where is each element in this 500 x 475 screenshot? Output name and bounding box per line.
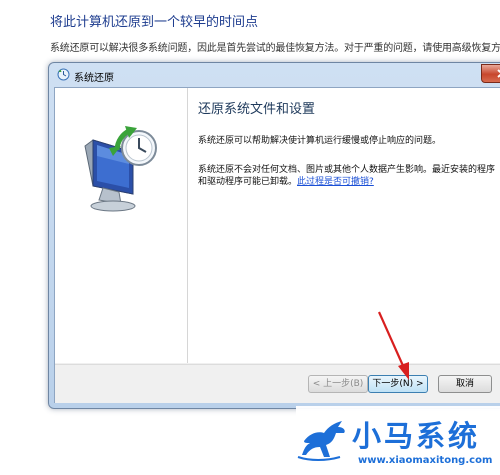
page-title: 将此计算机还原到一个较早的时间点 <box>50 15 259 30</box>
back-button[interactable]: < 上一步(B) <box>308 375 368 393</box>
dialog-client-area: 还原系统文件和设置 系统还原可以帮助解决使计算机运行缓慢或停止响应的问题。 系统… <box>54 87 500 403</box>
wizard-paragraph-1: 系统还原可以帮助解决使计算机运行缓慢或停止响应的问题。 <box>198 136 442 146</box>
wizard-heading: 还原系统文件和设置 <box>198 102 316 117</box>
cancel-button[interactable]: 取消 <box>438 375 492 393</box>
wizard-paragraph-2: 系统还原不会对任何文档、图片或其他个人数据产生影响。最近安装的程序和驱动程序可能… <box>198 164 500 188</box>
dialog-title: 系统还原 <box>74 73 114 84</box>
watermark: 小马系统 www.xiaomaxitong.com <box>296 406 500 475</box>
close-button[interactable] <box>481 64 500 83</box>
wizard-content-pane: 还原系统文件和设置 系统还原可以帮助解决使计算机运行缓慢或停止响应的问题。 系统… <box>187 88 500 363</box>
undo-info-link[interactable]: 此过程是否可撤销? <box>297 177 374 187</box>
horse-logo-icon <box>297 421 345 461</box>
page-description: 系统还原可以解决很多系统问题，因此是首先尝试的最佳恢复方法。对于严重的问题，请使… <box>50 43 500 54</box>
system-restore-dialog: 系统还原 还原系统文件和设置 系统还原可以帮助解决使计算机运行缓慢或停止响应的问… <box>48 62 500 409</box>
watermark-brand: 小马系统 <box>352 419 481 453</box>
wizard-graphic-pane <box>55 88 187 363</box>
wizard-button-bar: < 上一步(B) 下一步(N) > 取消 <box>55 364 500 403</box>
dialog-titlebar[interactable]: 系统还原 <box>49 63 500 87</box>
next-button[interactable]: 下一步(N) > <box>368 375 428 393</box>
computer-restore-icon <box>84 126 157 212</box>
close-icon <box>497 69 500 78</box>
watermark-url: www.xiaomaxitong.com <box>358 455 493 466</box>
system-restore-icon <box>57 68 70 81</box>
